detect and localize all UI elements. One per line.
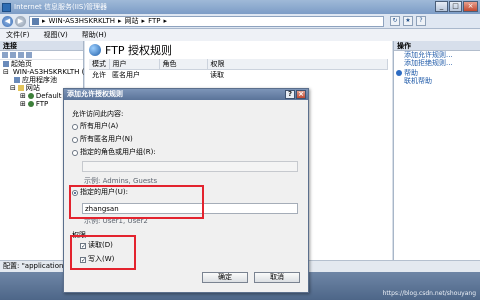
address-bar: ◀ ▶ ▸ WIN-AS3HSKRKLTH ▸ 网站 ▸ FTP ▸ ↻ ★ ? — [0, 14, 480, 29]
access-prompt: 允许访问此内容: — [72, 110, 124, 118]
tree-item-app-pools[interactable]: 应用程序池 — [0, 76, 83, 84]
collapse-icon[interactable]: ⊟ — [10, 84, 16, 92]
tree-item-server[interactable]: ⊟ WIN-AS3HSKRKLTH ( — [0, 68, 84, 76]
ok-button[interactable]: 确定 — [202, 272, 248, 283]
connections-toolbar — [0, 51, 83, 60]
save-icon[interactable] — [10, 52, 16, 58]
menu-view[interactable]: 视图(V) — [44, 30, 68, 40]
column-header-users[interactable]: 用户 — [109, 59, 160, 70]
close-button[interactable]: × — [463, 1, 478, 12]
maximize-button[interactable]: □ — [449, 1, 462, 12]
back-button[interactable]: ◀ — [2, 15, 13, 27]
option-roles[interactable]: 指定的角色或用户组(R): — [72, 148, 156, 157]
address-segment-ftp[interactable]: FTP — [148, 17, 160, 25]
tree-item-start-page[interactable]: 起始页 — [0, 60, 83, 68]
expand-icon[interactable]: ⊞ — [20, 92, 26, 100]
option-all-users[interactable]: 所有用户(A) — [72, 122, 118, 131]
radio-roles[interactable] — [72, 149, 78, 156]
dialog-title: 添加允许授权规则 — [67, 90, 123, 98]
start-page-icon — [3, 61, 9, 67]
add-allow-rule-link[interactable]: 添加允许规则... — [394, 51, 480, 59]
minimize-button[interactable]: _ — [435, 1, 448, 12]
address-separator: ▸ — [141, 17, 146, 25]
menu-bar: 文件(F) 视图(V) 帮助(H) — [0, 29, 480, 41]
connections-header: 连接 — [0, 41, 83, 51]
up-icon[interactable] — [18, 52, 24, 58]
address-separator: ▸ — [118, 17, 122, 25]
connect-icon[interactable] — [2, 52, 8, 58]
menu-file[interactable]: 文件(F) — [6, 30, 30, 40]
cell-mode: 允许 — [92, 71, 106, 79]
app-pool-icon — [14, 77, 20, 83]
address-separator: ▸ — [163, 17, 167, 25]
actions-pane: 操作 添加允许规则... 添加拒绝规则... 帮助 联机帮助 — [393, 41, 480, 260]
favorite-icon[interactable]: ★ — [403, 16, 413, 26]
help-icon — [396, 70, 402, 76]
cell-roles — [159, 70, 207, 81]
window-title: Internet 信息服务(IIS)管理器 — [14, 3, 108, 11]
dialog-titlebar: 添加允许授权规则 ? × — [64, 89, 308, 100]
add-allow-rule-dialog: 添加允许授权规则 ? × 允许访问此内容: 所有用户(A) 所有匿名用户(N) … — [63, 88, 309, 293]
folder-icon — [17, 85, 24, 91]
radio-anonymous[interactable] — [72, 136, 78, 143]
radio-all-users[interactable] — [72, 123, 78, 130]
actions-header: 操作 — [394, 41, 480, 51]
forward-button[interactable]: ▶ — [15, 15, 26, 27]
table-row[interactable]: 允许 匿名用户 读取 — [89, 70, 388, 81]
globe-icon — [27, 101, 34, 107]
page-title: FTP 授权规则 — [85, 41, 392, 59]
address-field[interactable]: ▸ WIN-AS3HSKRKLTH ▸ 网站 ▸ FTP ▸ — [29, 15, 384, 27]
help-icon[interactable]: ? — [416, 16, 426, 26]
collapse-icon[interactable]: ⊟ — [3, 68, 9, 76]
cancel-button[interactable]: 取消 — [254, 272, 300, 283]
dialog-help-button[interactable]: ? — [285, 90, 295, 99]
online-help-link[interactable]: 联机帮助 — [394, 77, 480, 85]
highlight-box-users — [69, 185, 204, 219]
roles-input[interactable] — [82, 161, 298, 172]
option-anonymous[interactable]: 所有匿名用户(N) — [72, 135, 133, 144]
highlight-box-permissions — [70, 235, 136, 270]
help-link[interactable]: 帮助 — [394, 69, 480, 77]
cell-permissions: 读取 — [210, 71, 224, 79]
menu-help[interactable]: 帮助(H) — [82, 30, 107, 40]
cell-users: 匿名用户 — [112, 71, 140, 79]
rules-table: 模式 用户 角色 权限 允许 匿名用户 读取 — [89, 59, 388, 80]
server-icon — [32, 17, 39, 25]
globe-icon — [89, 44, 101, 56]
table-header-row: 模式 用户 角色 权限 — [89, 59, 388, 70]
address-segment-server[interactable]: WIN-AS3HSKRKLTH — [49, 17, 116, 25]
address-segment-sites[interactable]: 网站 — [125, 16, 139, 26]
dialog-close-button[interactable]: × — [296, 90, 306, 99]
iis-app-icon — [2, 2, 11, 12]
column-header-permissions[interactable]: 权限 — [207, 59, 388, 70]
globe-icon — [27, 93, 34, 99]
address-separator: ▸ — [42, 17, 46, 25]
add-deny-rule-link[interactable]: 添加拒绝规则... — [394, 59, 480, 67]
watermark-text: https://blog.csdn.net/shouyang — [382, 290, 476, 297]
disconnect-icon[interactable] — [26, 52, 32, 58]
refresh-icon[interactable]: ↻ — [390, 16, 400, 26]
window-titlebar: Internet 信息服务(IIS)管理器 _ □ × — [0, 0, 480, 14]
expand-icon[interactable]: ⊞ — [20, 100, 26, 108]
column-header-roles[interactable]: 角色 — [159, 59, 208, 70]
column-header-mode[interactable]: 模式 — [89, 59, 110, 70]
